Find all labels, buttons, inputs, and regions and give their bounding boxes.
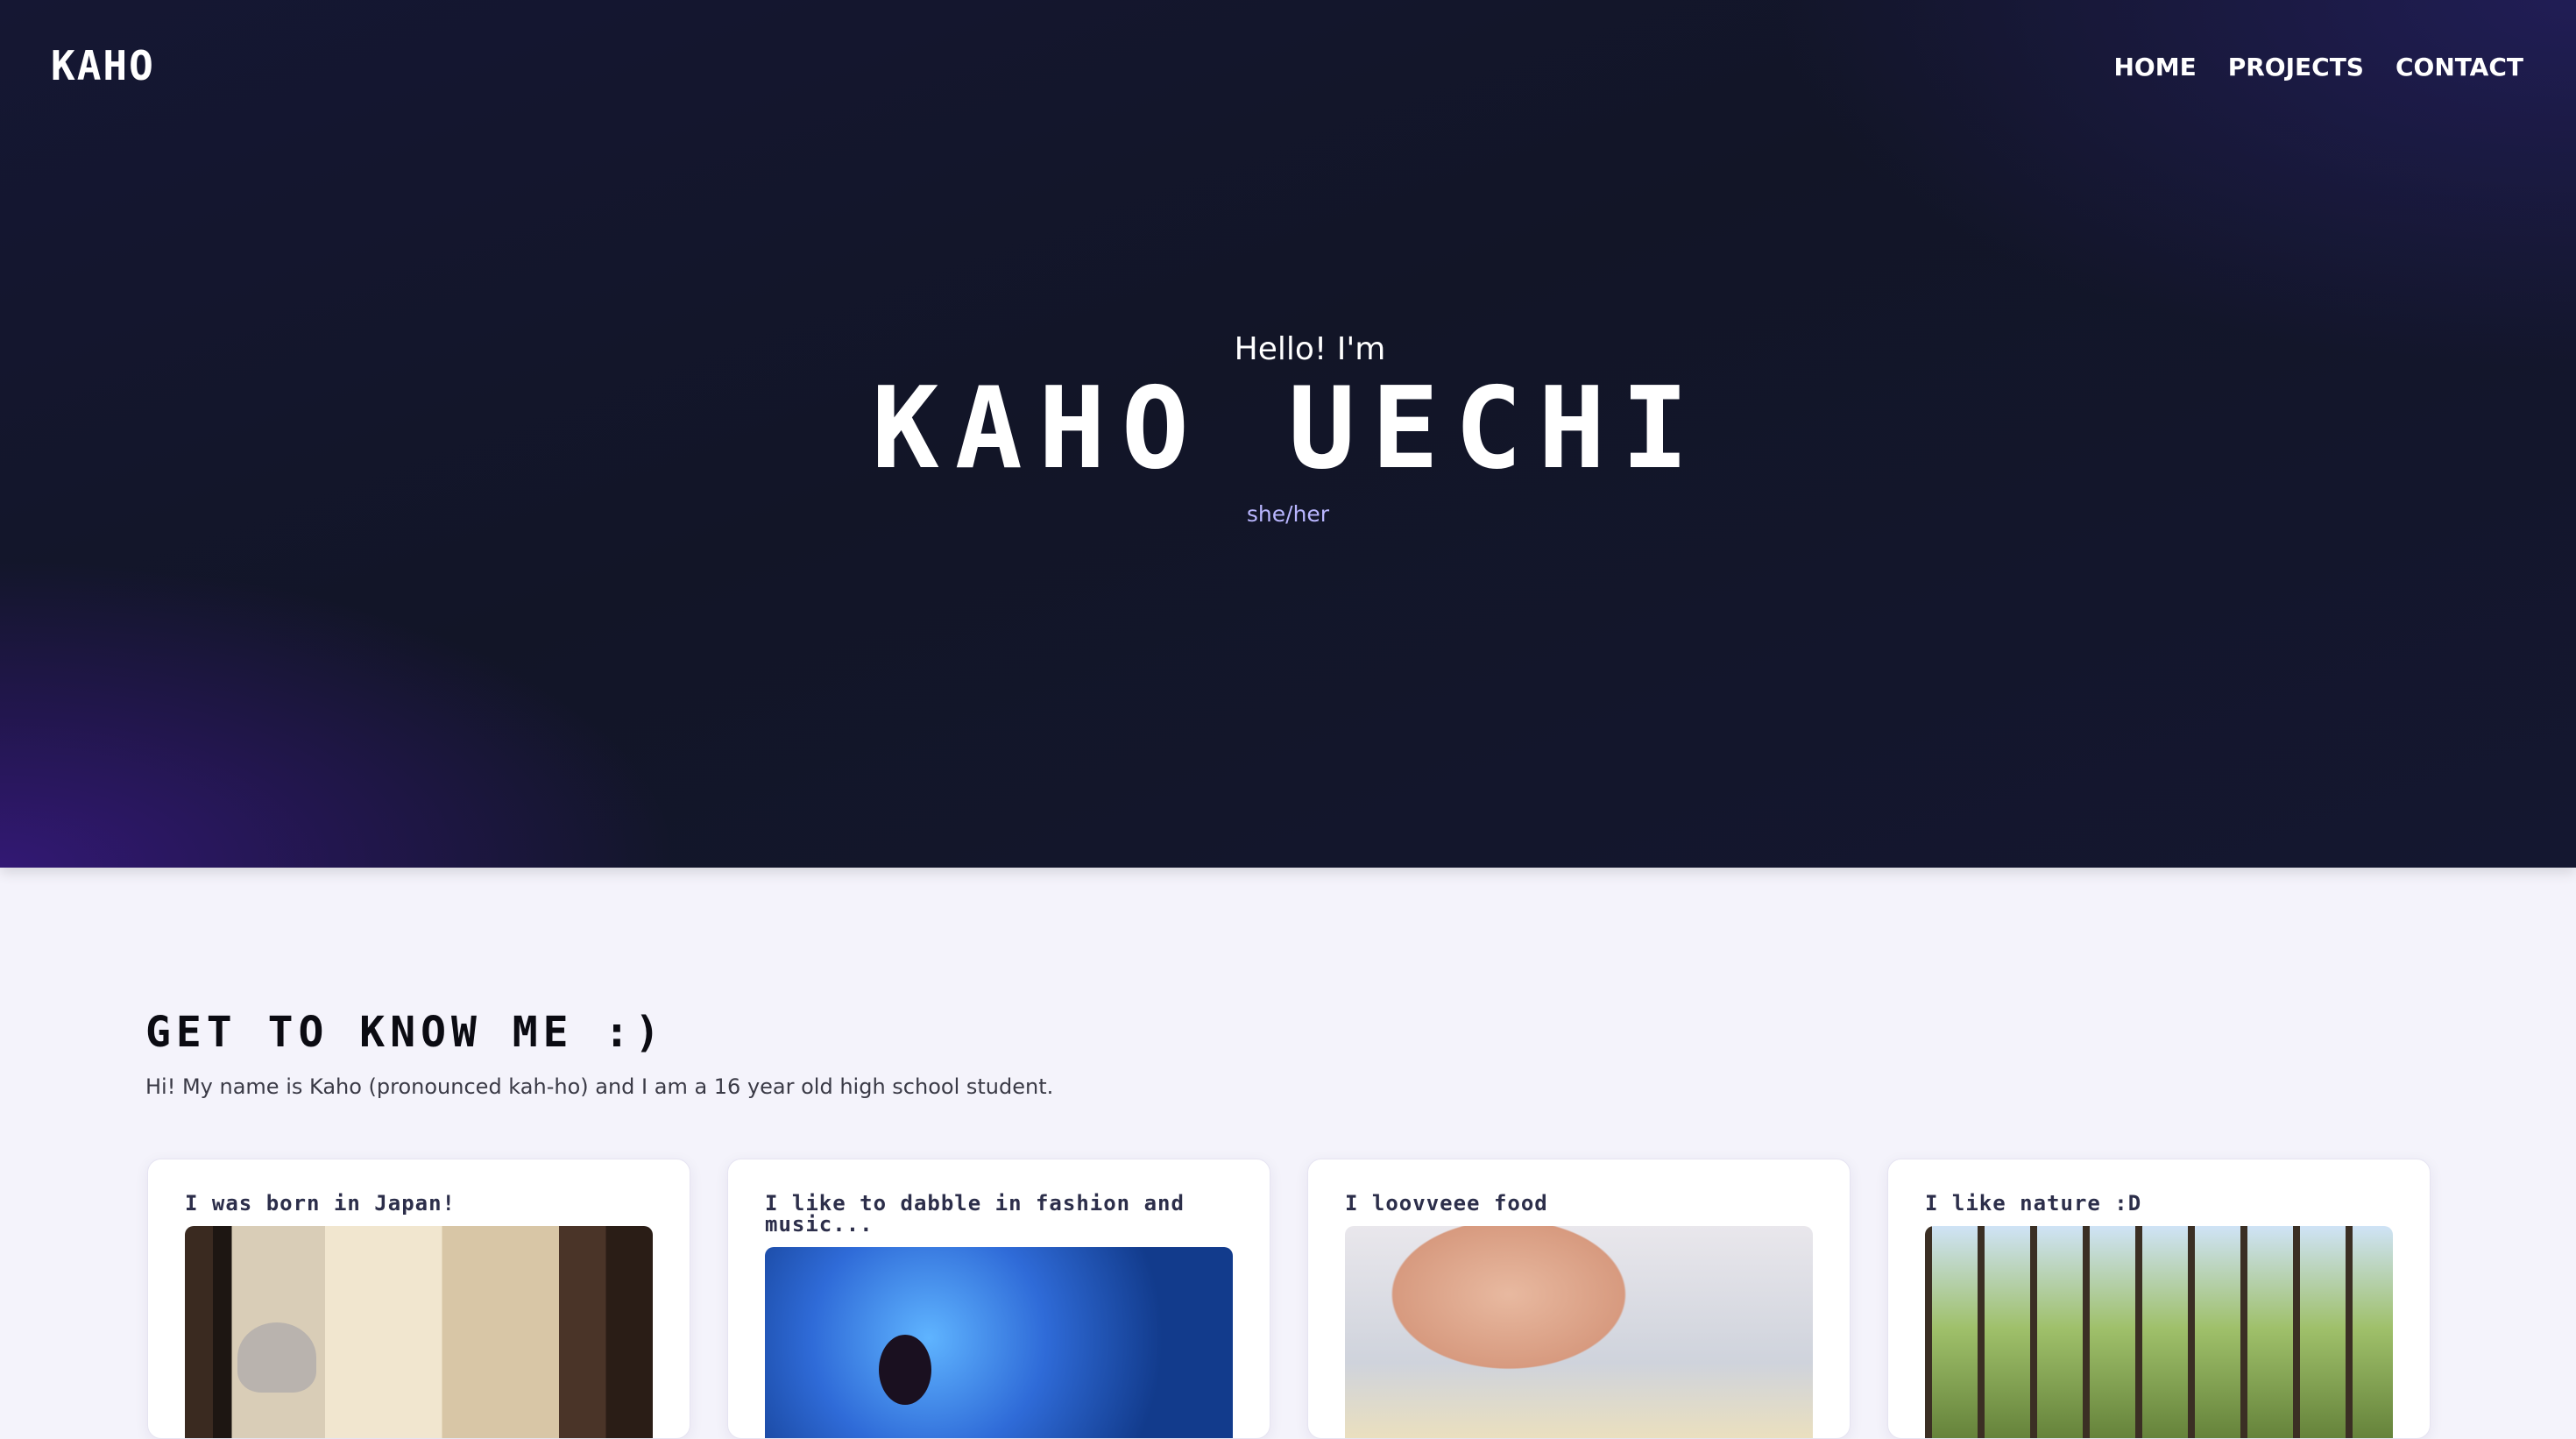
nav-home-link[interactable]: HOME bbox=[2113, 53, 2196, 82]
japan-photo bbox=[185, 1226, 653, 1438]
nav-contact-link[interactable]: CONTACT bbox=[2396, 53, 2523, 82]
food-photo bbox=[1345, 1226, 1813, 1438]
hero-greeting: Hello! I'm bbox=[1234, 331, 1386, 367]
nav-projects-link[interactable]: PROJECTS bbox=[2228, 53, 2364, 82]
hero-section: KAHO HOME PROJECTS CONTACT Hello! I'm KA… bbox=[0, 0, 2576, 868]
hero-name: KAHO UECHI bbox=[871, 364, 1705, 494]
card-title: I was born in Japan! bbox=[185, 1191, 456, 1216]
main-nav: HOME PROJECTS CONTACT bbox=[2113, 53, 2523, 82]
card-title: I like to dabble in fashion and music... bbox=[765, 1191, 1185, 1237]
about-intro-text: Hi! My name is Kaho (pronounced kah-ho) … bbox=[145, 1074, 1054, 1099]
about-cards: I was born in Japan! I like to dabble in… bbox=[147, 1159, 2431, 1439]
site-logo[interactable]: KAHO bbox=[51, 42, 155, 89]
music-photo bbox=[765, 1247, 1233, 1438]
nature-photo bbox=[1925, 1226, 2393, 1438]
hero-pronouns: she/her bbox=[1246, 501, 1330, 527]
about-section-title: GET TO KNOW ME :) bbox=[145, 1008, 666, 1057]
about-card-nature[interactable]: I like nature :D bbox=[1887, 1159, 2431, 1439]
card-title: I loovveee food bbox=[1345, 1191, 1548, 1216]
about-card-fashion-music[interactable]: I like to dabble in fashion and music... bbox=[727, 1159, 1270, 1439]
about-card-food[interactable]: I loovveee food bbox=[1307, 1159, 1851, 1439]
about-card-japan[interactable]: I was born in Japan! bbox=[147, 1159, 690, 1439]
card-title: I like nature :D bbox=[1925, 1191, 2142, 1216]
